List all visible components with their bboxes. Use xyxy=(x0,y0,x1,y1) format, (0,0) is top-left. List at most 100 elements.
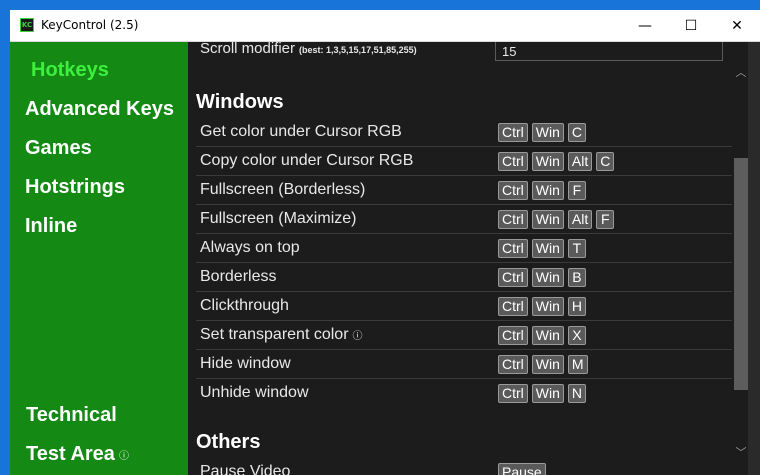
hotkey-label-text: Set transparent color xyxy=(200,326,349,343)
key-combo: Ctrl Win N xyxy=(498,384,587,403)
hotkey-label: Unhide window xyxy=(200,384,309,401)
close-icon: ✕ xyxy=(731,17,743,34)
hotkey-label: Get color under Cursor RGB xyxy=(200,123,402,140)
key-cap[interactable]: Ctrl xyxy=(498,123,528,142)
hotkeys-panel: Scroll modifier (best: 1,3,5,15,17,51,85,… xyxy=(188,42,734,475)
key-combo: Ctrl Win M xyxy=(498,355,588,374)
key-cap[interactable]: B xyxy=(567,268,586,287)
hotkey-label: Hide window xyxy=(200,355,291,372)
hotkey-label: Clickthrough xyxy=(200,297,289,314)
sidebar-item-inline[interactable]: Inline xyxy=(25,215,77,238)
info-icon: ⓘ xyxy=(352,331,363,343)
hotkey-label: Pause Video xyxy=(200,463,291,475)
key-cap[interactable]: Win xyxy=(531,268,564,287)
scroll-modifier-text: Scroll modifier xyxy=(200,42,296,57)
key-cap[interactable]: Ctrl xyxy=(498,152,528,171)
key-cap[interactable]: Ctrl xyxy=(498,181,528,200)
key-cap[interactable]: Win xyxy=(531,210,564,229)
hotkey-row[interactable]: Fullscreen (Maximize) Ctrl Win Alt F xyxy=(196,205,732,234)
scroll-up-icon[interactable]: ︿ xyxy=(734,64,748,80)
key-cap[interactable]: F xyxy=(596,210,615,229)
app-icon: KC xyxy=(20,18,34,32)
minimize-icon: — xyxy=(638,17,652,34)
key-combo: Ctrl Win C xyxy=(498,123,587,142)
key-combo: Ctrl Win Alt C xyxy=(498,152,615,171)
key-cap[interactable]: Pause xyxy=(498,463,546,475)
hotkey-label: Always on top xyxy=(200,239,300,256)
section-title-others: Others xyxy=(196,431,261,453)
sidebar-item-games[interactable]: Games xyxy=(25,137,92,160)
scroll-modifier-label: Scroll modifier (best: 1,3,5,15,17,51,85,… xyxy=(200,42,417,57)
hotkey-label: Set transparent color ⓘ xyxy=(200,326,363,344)
info-icon: ⓘ xyxy=(118,451,129,463)
window-edge xyxy=(748,42,760,475)
key-cap[interactable]: C xyxy=(596,152,615,171)
scroll-down-icon[interactable]: ﹀ xyxy=(734,444,748,460)
key-combo: Ctrl Win B xyxy=(498,268,586,287)
hotkey-row[interactable]: Borderless Ctrl Win B xyxy=(196,263,732,292)
key-combo: Ctrl Win Alt F xyxy=(498,210,615,229)
close-button[interactable]: ✕ xyxy=(714,10,760,41)
sidebar-item-technical[interactable]: Technical xyxy=(26,404,117,427)
window-title: KeyControl (2.5) xyxy=(41,18,139,32)
hotkey-row[interactable]: Unhide window Ctrl Win N xyxy=(196,379,732,408)
hotkey-row[interactable]: Get color under Cursor RGB Ctrl Win C xyxy=(196,118,732,147)
key-cap[interactable]: Win xyxy=(531,152,564,171)
key-cap[interactable]: X xyxy=(567,326,586,345)
hotkey-row[interactable]: Always on top Ctrl Win T xyxy=(196,234,732,263)
scrollbar[interactable]: ︿ ﹀ xyxy=(734,42,748,475)
hotkey-row[interactable]: Hide window Ctrl Win M xyxy=(196,350,732,379)
hotkey-row[interactable]: Pause Video Pause xyxy=(196,458,732,475)
key-cap[interactable]: Ctrl xyxy=(498,268,528,287)
key-cap[interactable]: Win xyxy=(531,384,564,403)
sidebar-item-label: Test Area xyxy=(26,443,115,465)
key-cap[interactable]: Ctrl xyxy=(498,355,528,374)
key-cap[interactable]: Win xyxy=(531,326,564,345)
hotkey-label: Borderless xyxy=(200,268,277,285)
maximize-button[interactable]: ☐ xyxy=(668,10,714,41)
sidebar-item-hotstrings[interactable]: Hotstrings xyxy=(25,176,125,199)
hotkey-row[interactable]: Clickthrough Ctrl Win H xyxy=(196,292,732,321)
key-cap[interactable]: Ctrl xyxy=(498,326,528,345)
scrollbar-thumb[interactable] xyxy=(734,158,748,390)
key-combo: Ctrl Win H xyxy=(498,297,587,316)
scroll-modifier-hint: (best: 1,3,5,15,17,51,85,255) xyxy=(299,45,417,55)
key-combo: Pause xyxy=(498,463,546,475)
key-cap[interactable]: Ctrl xyxy=(498,210,528,229)
scroll-modifier-input[interactable] xyxy=(495,42,723,61)
key-cap[interactable]: Ctrl xyxy=(498,239,528,258)
key-cap[interactable]: T xyxy=(567,239,586,258)
hotkey-label: Copy color under Cursor RGB xyxy=(200,152,414,169)
sidebar: Hotkeys Advanced Keys Games Hotstrings I… xyxy=(10,42,188,475)
maximize-icon: ☐ xyxy=(684,17,698,34)
key-cap[interactable]: Win xyxy=(531,239,564,258)
key-cap[interactable]: F xyxy=(567,181,586,200)
key-cap[interactable]: Win xyxy=(531,181,564,200)
section-title-windows: Windows xyxy=(196,91,284,113)
key-cap[interactable]: N xyxy=(567,384,587,403)
key-cap[interactable]: C xyxy=(567,123,587,142)
minimize-button[interactable]: — xyxy=(622,10,668,41)
hotkey-label: Fullscreen (Borderless) xyxy=(200,181,366,198)
key-cap[interactable]: Win xyxy=(531,355,564,374)
key-cap[interactable]: Win xyxy=(531,297,564,316)
sidebar-item-hotkeys[interactable]: Hotkeys xyxy=(31,59,109,82)
key-cap[interactable]: Ctrl xyxy=(498,297,528,316)
hotkey-row[interactable]: Copy color under Cursor RGB Ctrl Win Alt… xyxy=(196,147,732,176)
sidebar-item-advanced-keys[interactable]: Advanced Keys xyxy=(25,98,174,121)
key-cap[interactable]: H xyxy=(567,297,587,316)
key-cap[interactable]: Ctrl xyxy=(498,384,528,403)
hotkey-row[interactable]: Fullscreen (Borderless) Ctrl Win F xyxy=(196,176,732,205)
key-combo: Ctrl Win F xyxy=(498,181,586,200)
hotkey-label: Fullscreen (Maximize) xyxy=(200,210,357,227)
key-cap[interactable]: Alt xyxy=(567,210,593,229)
key-combo: Ctrl Win T xyxy=(498,239,586,258)
key-cap[interactable]: Win xyxy=(531,123,564,142)
key-combo: Ctrl Win X xyxy=(498,326,586,345)
hotkey-row[interactable]: Set transparent color ⓘ Ctrl Win X xyxy=(196,321,732,350)
key-cap[interactable]: M xyxy=(567,355,588,374)
app-window: KC KeyControl (2.5) — ☐ ✕ Hotkeys Advanc… xyxy=(10,10,760,475)
sidebar-item-test-area[interactable]: Test Area ⓘ xyxy=(26,443,129,466)
title-bar[interactable]: KC KeyControl (2.5) — ☐ ✕ xyxy=(10,10,760,42)
key-cap[interactable]: Alt xyxy=(567,152,593,171)
